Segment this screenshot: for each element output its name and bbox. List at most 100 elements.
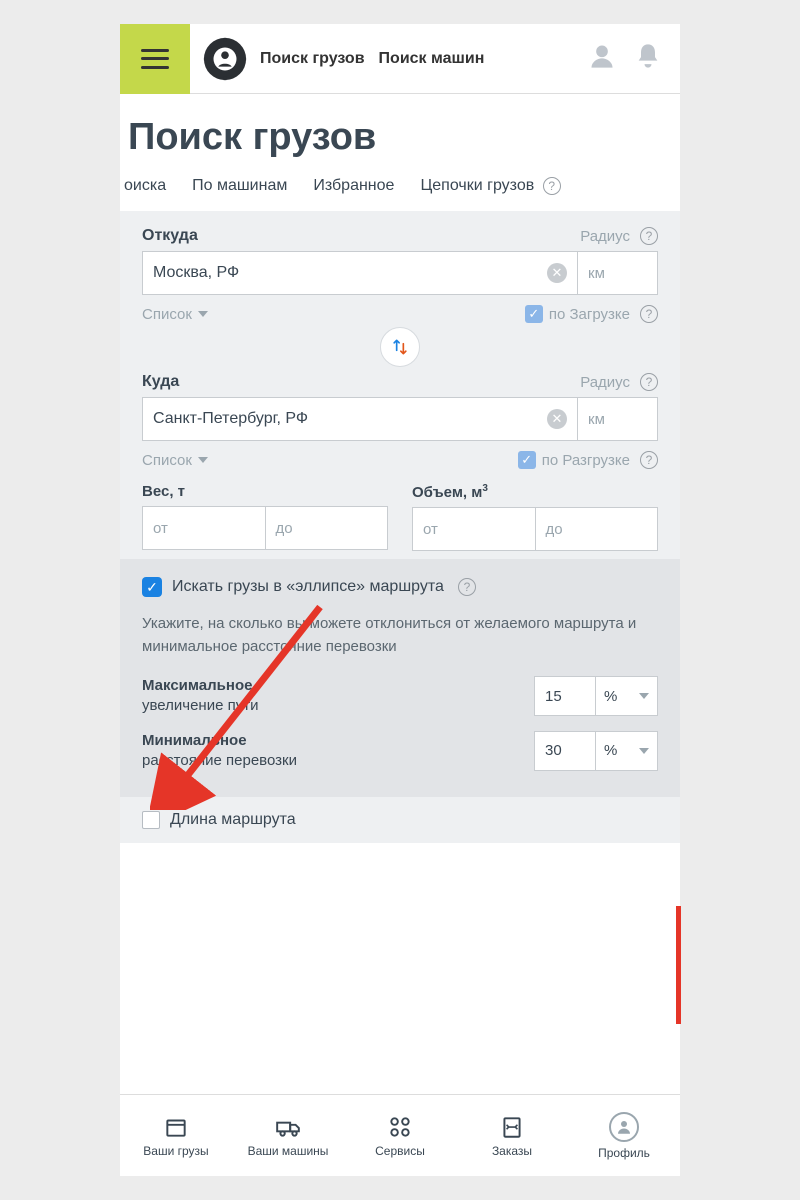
route-length-panel: Длина маршрута [120,797,680,843]
min-rest: расстояние перевозки [142,752,297,769]
clear-from-icon[interactable]: ✕ [547,263,567,283]
nav-your-trucks-label: Ваши машины [248,1144,329,1158]
to-radius-input[interactable]: км [578,397,658,441]
checkmark-icon: ✓ [525,305,543,323]
swap-button[interactable] [380,327,420,367]
tab-favorites[interactable]: Избранное [313,177,394,195]
ellipse-description: Укажите, на сколько вы можете отклонитьс… [142,613,658,658]
avatar-icon [609,1112,639,1142]
hamburger-icon [141,49,169,69]
box-icon [163,1114,189,1140]
nav-services-label: Сервисы [375,1144,425,1158]
to-list-label: Список [142,452,192,469]
volume-column: Объем, м3 от до [412,483,658,551]
bell-icon[interactable] [634,42,662,75]
caret-down-icon [639,748,649,754]
volume-label: Объем, м3 [412,483,658,501]
nav-orders[interactable]: Заказы [456,1095,568,1176]
search-panel: Откуда Радиус ? Москва, РФ ✕ км Список ✓… [120,211,680,559]
help-icon[interactable]: ? [640,227,658,245]
max-rest: увеличение пути [142,697,258,714]
tab-search-fragment[interactable]: оиска [124,177,166,195]
radius-label-to-text: Радиус [580,374,630,391]
max-bold: Максимальное [142,677,252,694]
by-load-label: по Загрузке [549,306,630,323]
weight-to-input[interactable]: до [266,506,389,550]
min-bold: Минимальное [142,732,247,749]
from-radius-input[interactable]: км [578,251,658,295]
by-unload-label: по Разгрузке [542,452,630,469]
help-icon[interactable]: ? [543,177,561,195]
help-icon[interactable]: ? [640,373,658,391]
from-list-label: Список [142,306,192,323]
min-unit-label: % [604,742,617,759]
user-icon[interactable] [588,42,616,75]
caret-down-icon [198,457,208,463]
orders-icon [499,1114,525,1140]
help-icon[interactable]: ? [640,305,658,323]
ellipse-checkbox[interactable]: ✓ Искать грузы в «эллипсе» маршрута ? [142,577,658,597]
nav-services[interactable]: Сервисы [344,1095,456,1176]
from-city-value: Москва, РФ [153,264,239,282]
tabs: оиска По машинам Избранное Цепочки грузо… [120,177,680,211]
menu-button[interactable] [120,24,190,94]
from-label: Откуда [142,227,198,245]
caret-down-icon [198,311,208,317]
truck-icon [275,1114,301,1140]
help-icon[interactable]: ? [458,578,476,596]
tab-by-trucks[interactable]: По машинам [192,177,287,195]
nav-your-trucks[interactable]: Ваши машины [232,1095,344,1176]
to-label: Куда [142,373,179,391]
min-distance-label: Минимальное расстояние перевозки [142,731,297,772]
clear-to-icon[interactable]: ✕ [547,409,567,429]
radius-label: Радиус ? [580,227,658,245]
by-unload-checkbox[interactable]: ✓ по Разгрузке ? [518,451,658,469]
route-length-checkbox[interactable]: Длина маршрута [142,811,658,829]
page-title: Поиск грузов [120,94,680,177]
ellipse-checkbox-label: Искать грузы в «эллипсе» маршрута [172,578,444,596]
radius-label-to: Радиус ? [580,373,658,391]
to-city-value: Санкт-Петербург, РФ [153,410,308,428]
app-logo [202,36,248,82]
from-list-dropdown[interactable]: Список [142,306,208,323]
help-icon[interactable]: ? [640,451,658,469]
by-load-checkbox[interactable]: ✓ по Загрузке ? [525,305,658,323]
volume-label-text: Объем, м [412,484,482,501]
grid-icon [387,1114,413,1140]
nav-search-cargo[interactable]: Поиск грузов [260,50,365,68]
min-distance-input[interactable]: 30 [534,731,596,771]
top-nav: Поиск грузов Поиск машин [260,50,484,68]
ellipse-panel: ✓ Искать грузы в «эллипсе» маршрута ? Ук… [120,559,680,797]
app-frame: Поиск грузов Поиск машин Поиск грузов ои… [120,24,680,1176]
weight-label: Вес, т [142,483,388,500]
bottom-nav: Ваши грузы Ваши машины Сервисы Заказы Пр… [120,1094,680,1176]
top-icons [588,42,680,75]
top-bar: Поиск грузов Поиск машин [120,24,680,94]
volume-label-sup: 3 [482,483,488,494]
to-list-dropdown[interactable]: Список [142,452,208,469]
from-city-input[interactable]: Москва, РФ ✕ [142,251,578,295]
min-distance-unit-select[interactable]: % [596,731,658,771]
checkmark-icon: ✓ [518,451,536,469]
volume-to-input[interactable]: до [536,507,659,551]
route-length-label: Длина маршрута [170,811,296,829]
annotation-red-bar [676,906,681,1024]
nav-your-cargo[interactable]: Ваши грузы [120,1095,232,1176]
weight-from-input[interactable]: от [142,506,266,550]
weight-column: Вес, т от до [142,483,388,551]
empty-checkbox-icon [142,811,160,829]
max-deviation-label: Максимальное увеличение пути [142,676,258,717]
nav-search-trucks[interactable]: Поиск машин [379,50,485,68]
volume-from-input[interactable]: от [412,507,536,551]
tab-cargo-chains[interactable]: Цепочки грузов ? [420,177,560,195]
caret-down-icon [639,693,649,699]
tab-cargo-chains-label: Цепочки грузов [420,177,534,194]
checkmark-icon: ✓ [142,577,162,597]
to-city-input[interactable]: Санкт-Петербург, РФ ✕ [142,397,578,441]
nav-profile-label: Профиль [598,1146,650,1160]
nav-your-cargo-label: Ваши грузы [143,1144,208,1158]
radius-label-text: Радиус [580,228,630,245]
max-deviation-unit-select[interactable]: % [596,676,658,716]
max-deviation-input[interactable]: 15 [534,676,596,716]
nav-profile[interactable]: Профиль [568,1095,680,1176]
